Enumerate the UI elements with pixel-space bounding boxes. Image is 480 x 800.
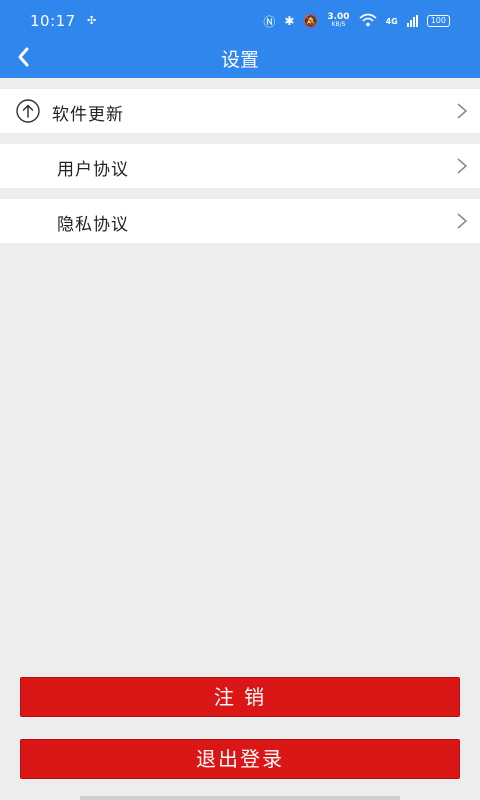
settings-item-label: 用户协议	[57, 160, 129, 180]
deregister-button[interactable]: 注 销	[20, 677, 460, 717]
status-bar: 10:17 ✣ Ⓝ ✱ 🔕 3.00 KB/S 4G 100	[0, 0, 480, 40]
settings-item-label: 隐私协议	[57, 215, 129, 235]
chevron-right-icon	[457, 158, 468, 174]
page-title: 设置	[220, 49, 259, 71]
chevron-right-icon	[457, 213, 468, 229]
battery-icon: 100	[426, 15, 450, 27]
logout-button[interactable]: 退出登录	[20, 739, 460, 779]
wifi-icon	[359, 13, 377, 30]
nfc-icon: Ⓝ	[263, 14, 276, 29]
status-icons: Ⓝ ✱ 🔕 3.00 KB/S 4G 100	[263, 12, 450, 30]
chevron-right-icon	[457, 103, 468, 119]
bluetooth-icon: ✱	[284, 14, 295, 28]
navigation-bar	[80, 796, 400, 800]
settings-item-label: 软件更新	[52, 105, 124, 125]
upload-arrow-icon	[16, 99, 40, 123]
signal-icon	[406, 15, 418, 27]
mute-icon: 🔕	[303, 14, 319, 28]
network-speed-value: 3.00	[327, 12, 350, 22]
settings-item-software-update[interactable]: 软件更新	[0, 89, 480, 133]
notification-icon: ✣	[87, 14, 97, 27]
network-speed-unit: KB/S	[331, 21, 346, 28]
app-bar: 设置	[0, 40, 480, 78]
network-speed: 3.00 KB/S	[327, 13, 349, 29]
status-time: 10:17	[30, 12, 76, 30]
network-type: 4G	[385, 16, 398, 26]
settings-item-user-agreement[interactable]: 用户协议	[0, 144, 480, 188]
settings-item-privacy-policy[interactable]: 隐私协议	[0, 199, 480, 243]
